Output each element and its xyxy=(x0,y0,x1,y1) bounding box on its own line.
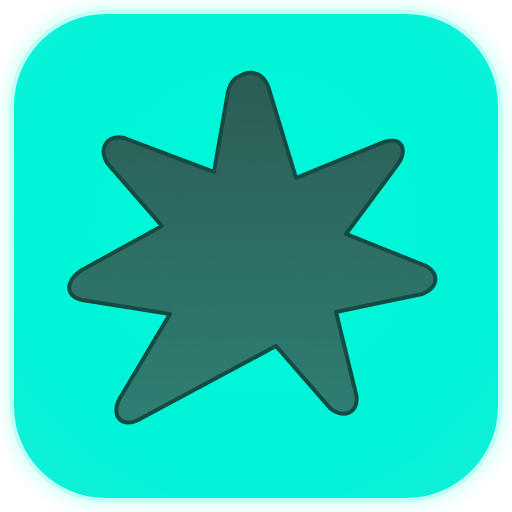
app-icon-canvas xyxy=(0,0,512,512)
app-icon[interactable] xyxy=(0,0,512,512)
